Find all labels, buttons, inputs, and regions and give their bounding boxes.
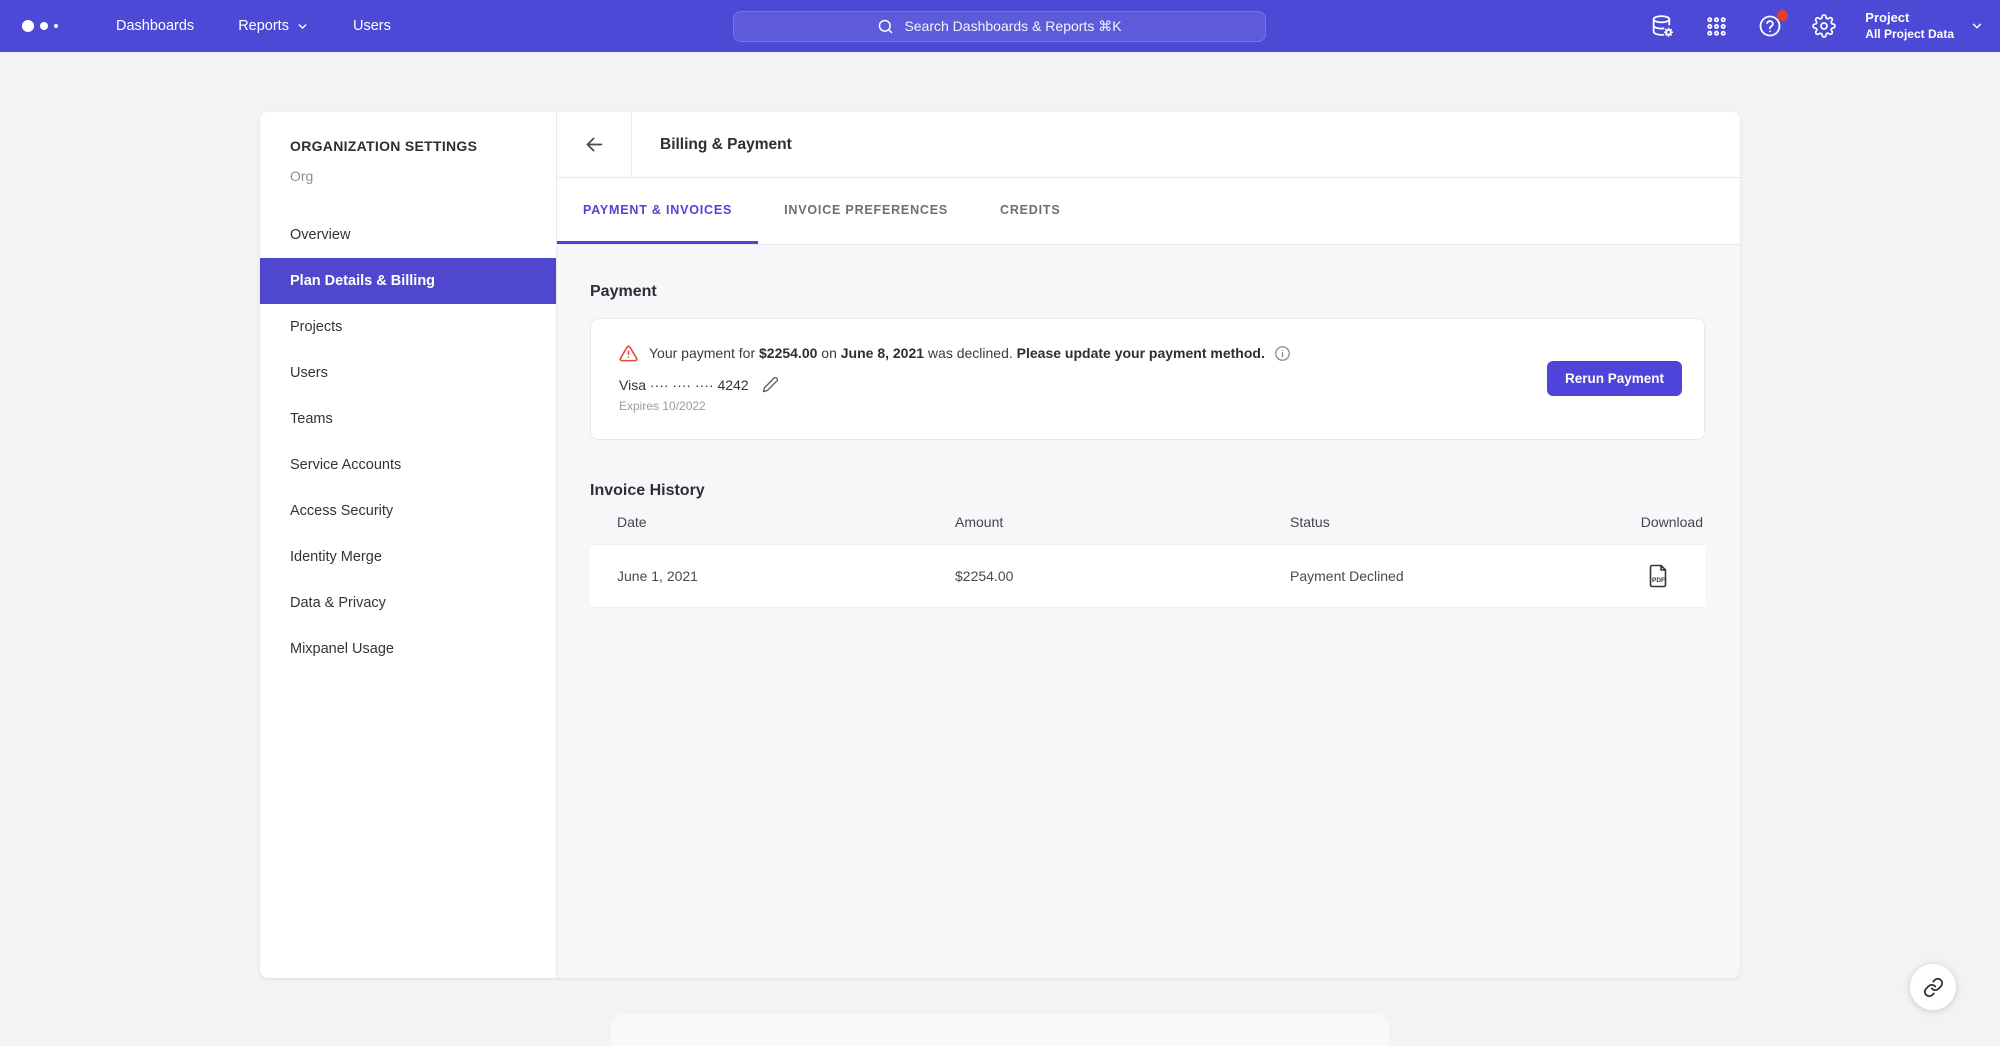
payment-declined-alert: Your payment for $2254.00 on June 8, 202… [619, 344, 1676, 363]
billing-content: Payment Your payment for $2254.00 on Jun… [557, 245, 1740, 978]
search-placeholder: Search Dashboards & Reports ⌘K [904, 18, 1121, 35]
column-header-amount: Amount [955, 514, 1290, 530]
sidebar-section-title: ORGANIZATION SETTINGS [290, 138, 556, 154]
warning-triangle-icon [619, 344, 638, 363]
alert-text: Your payment for $2254.00 on June 8, 202… [649, 345, 1291, 362]
chevron-down-icon [1970, 19, 1984, 33]
invoice-table: Date Amount Status Download June 1, 2021… [590, 500, 1705, 608]
invoice-status: Payment Declined [1290, 568, 1575, 584]
tab-credits[interactable]: CREDITS [974, 178, 1086, 244]
page-title: Billing & Payment [632, 112, 792, 177]
invoice-amount: $2254.00 [955, 568, 1290, 584]
project-text: Project All Project Data [1865, 10, 1954, 41]
sidebar-item-overview[interactable]: Overview [260, 212, 556, 258]
sidebar-item-mixpanel-usage[interactable]: Mixpanel Usage [260, 626, 556, 672]
nav-right-cluster: Project All Project Data [1635, 0, 1984, 52]
nav-item-dashboards[interactable]: Dashboards [94, 0, 216, 52]
data-management-icon[interactable] [1647, 11, 1677, 41]
card-brand: Visa [619, 377, 646, 393]
search-icon [877, 18, 894, 35]
project-label: Project [1865, 10, 1954, 26]
tab-payment-invoices[interactable]: PAYMENT & INVOICES [557, 178, 758, 244]
card-number: Visa ···· ···· ···· 4242 [619, 377, 749, 393]
alert-prefix: Your payment for [649, 345, 759, 361]
column-header-download: Download [1575, 514, 1705, 530]
svg-text:PDF: PDF [1652, 577, 1665, 584]
rerun-payment-button[interactable]: Rerun Payment [1547, 361, 1682, 396]
top-navbar: Dashboards Reports Users Search Dashboar… [0, 0, 2000, 52]
billing-tabs: PAYMENT & INVOICES INVOICE PREFERENCES C… [557, 178, 1740, 245]
link-icon [1923, 977, 1944, 998]
sidebar-item-plan-details-billing[interactable]: Plan Details & Billing [260, 258, 556, 304]
card-masked-number: ···· ···· ···· 4242 [650, 377, 749, 393]
payment-section-title: Payment [590, 283, 1705, 301]
logo-dot-large [22, 20, 34, 32]
alert-mid: on [817, 345, 840, 361]
settings-gear-icon[interactable] [1809, 11, 1839, 41]
copy-link-button[interactable] [1910, 964, 1956, 1010]
download-pdf-icon[interactable]: PDF [1648, 564, 1669, 588]
table-row: June 1, 2021 $2254.00 Payment Declined P… [590, 544, 1705, 608]
column-header-status: Status [1290, 514, 1575, 530]
column-header-date: Date [590, 514, 955, 530]
org-name: Org [290, 168, 556, 184]
apps-grid-icon[interactable] [1701, 11, 1731, 41]
billing-header: Billing & Payment [557, 112, 1740, 178]
alert-suffix: was declined. [924, 345, 1017, 361]
help-icon[interactable] [1755, 11, 1785, 41]
payment-card: Your payment for $2254.00 on June 8, 202… [590, 318, 1705, 440]
sidebar-item-identity-merge[interactable]: Identity Merge [260, 534, 556, 580]
invoice-date: June 1, 2021 [590, 568, 955, 584]
tab-invoice-preferences[interactable]: INVOICE PREFERENCES [758, 178, 974, 244]
sidebar-item-access-security[interactable]: Access Security [260, 488, 556, 534]
alert-action: Please update your payment method. [1017, 345, 1265, 361]
info-icon[interactable] [1274, 345, 1291, 362]
alert-amount: $2254.00 [759, 345, 817, 361]
back-button[interactable] [557, 112, 632, 177]
settings-panel: ORGANIZATION SETTINGS Org Overview Plan … [260, 112, 1740, 978]
mixpanel-logo[interactable] [22, 20, 70, 32]
edit-card-icon[interactable] [762, 376, 779, 393]
search-input[interactable]: Search Dashboards & Reports ⌘K [733, 11, 1266, 42]
invoice-table-header: Date Amount Status Download [590, 500, 1705, 544]
arrow-left-icon [584, 134, 605, 155]
dock-hint [610, 1013, 1390, 1046]
sidebar-item-projects[interactable]: Projects [260, 304, 556, 350]
project-switcher[interactable]: Project All Project Data [1865, 10, 1984, 41]
billing-main: Billing & Payment PAYMENT & INVOICES INV… [557, 112, 1740, 978]
sidebar-item-data-privacy[interactable]: Data & Privacy [260, 580, 556, 626]
nav-item-label: Dashboards [116, 18, 194, 34]
nav-item-users[interactable]: Users [331, 0, 413, 52]
notification-dot [1777, 10, 1788, 21]
invoice-history-title: Invoice History [590, 482, 1705, 500]
card-expiry: Expires 10/2022 [619, 399, 1676, 413]
sidebar-item-teams[interactable]: Teams [260, 396, 556, 442]
sidebar-item-service-accounts[interactable]: Service Accounts [260, 442, 556, 488]
logo-dot-medium [40, 22, 48, 30]
sidebar-item-users[interactable]: Users [260, 350, 556, 396]
nav-item-label: Reports [238, 18, 289, 34]
nav-links: Dashboards Reports Users [94, 0, 413, 52]
chevron-down-icon [296, 20, 309, 33]
org-settings-sidebar: ORGANIZATION SETTINGS Org Overview Plan … [260, 112, 557, 978]
project-value: All Project Data [1865, 27, 1954, 42]
payment-method-row: Visa ···· ···· ···· 4242 [619, 376, 1676, 393]
alert-date: June 8, 2021 [841, 345, 924, 361]
logo-dot-small [54, 24, 58, 28]
nav-item-reports[interactable]: Reports [216, 0, 331, 52]
nav-item-label: Users [353, 18, 391, 34]
sidebar-items: Overview Plan Details & Billing Projects… [260, 212, 556, 672]
